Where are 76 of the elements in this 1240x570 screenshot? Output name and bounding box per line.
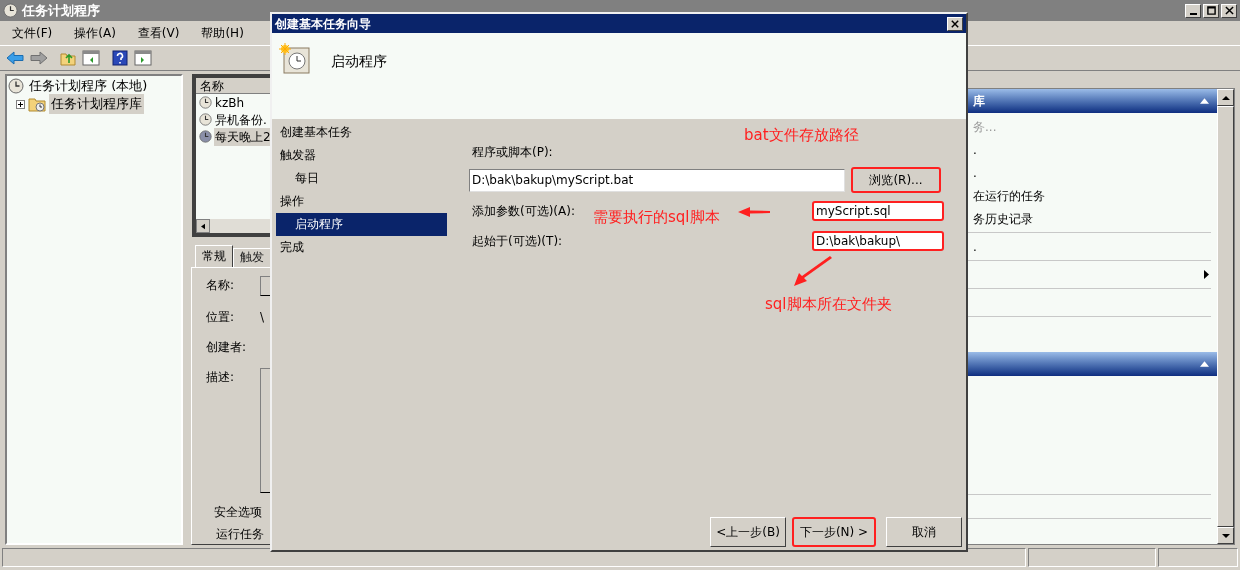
- wizard-step[interactable]: 触发器: [276, 144, 447, 167]
- close-icon: [951, 19, 959, 28]
- task-clock-icon: [279, 43, 311, 75]
- dialog-title: 创建基本任务向导: [275, 15, 371, 33]
- field-label: 创建者:: [206, 339, 248, 356]
- scroll-down-icon[interactable]: [1221, 533, 1230, 538]
- back-icon[interactable]: [6, 51, 24, 65]
- maximize-icon: [1206, 6, 1216, 15]
- annotation-text: bat文件存放路径: [744, 125, 859, 146]
- text-field[interactable]: D:\bak\bakup\: [812, 231, 944, 251]
- field-label: 名称:: [206, 277, 236, 294]
- maximize-button[interactable]: [1203, 3, 1219, 18]
- menu-item[interactable]: 查看(V): [137, 24, 180, 42]
- clock-icon: [199, 96, 212, 109]
- menu-item[interactable]: 帮助(H): [201, 24, 244, 42]
- task-name[interactable]: 每天晚上2: [214, 127, 272, 146]
- task-name[interactable]: 异机备份.: [214, 110, 268, 129]
- forward-icon[interactable]: [30, 51, 48, 65]
- action-item[interactable]: .: [973, 140, 977, 159]
- wizard-button[interactable]: <上一步(B): [710, 517, 786, 547]
- section-text: 运行任务: [215, 526, 264, 543]
- clock-icon: [8, 78, 24, 94]
- wizard-step[interactable]: 每日: [276, 167, 447, 190]
- scroll-left-icon[interactable]: [201, 222, 205, 230]
- wizard-step[interactable]: 启动程序: [276, 213, 447, 236]
- field-label: 起始于(可选)(T):: [471, 233, 563, 250]
- wizard-step[interactable]: 操作: [276, 190, 447, 213]
- wizard-button[interactable]: 取消: [886, 517, 962, 547]
- tree-item[interactable]: 任务计划程序库: [49, 94, 144, 114]
- wizard-step[interactable]: 创建基本任务: [276, 121, 447, 144]
- minimize-button[interactable]: [1185, 3, 1201, 18]
- folder-clock-icon: [28, 96, 46, 112]
- close-button[interactable]: [947, 16, 963, 31]
- window-title: 任务计划程序: [22, 1, 100, 20]
- clock-icon: [199, 130, 212, 143]
- tree-item[interactable]: 任务计划程序 (本地): [27, 76, 150, 96]
- close-icon: [1224, 6, 1234, 15]
- scroll-up-icon[interactable]: [1221, 95, 1230, 100]
- field-label: 添加参数(可选)(A):: [471, 203, 575, 220]
- field-label: 描述:: [206, 369, 236, 386]
- section-label: 安全选项: [213, 504, 262, 521]
- collapse-icon[interactable]: [1200, 98, 1209, 104]
- dialog-heading: 启动程序: [331, 52, 387, 71]
- action-item[interactable]: .: [973, 237, 977, 256]
- panel-icon[interactable]: [82, 50, 100, 66]
- annotation-text: sql脚本所在文件夹: [765, 294, 892, 315]
- tab[interactable]: 触发: [233, 248, 271, 267]
- action-item[interactable]: 务历史记录: [973, 209, 1033, 228]
- task-name[interactable]: kzBh: [214, 93, 246, 112]
- annotation-arrow: [738, 207, 770, 217]
- annotation-text: 需要执行的sql脚本: [593, 207, 720, 228]
- text-field[interactable]: myScript.sql: [812, 201, 944, 221]
- header-title: 库: [973, 93, 985, 110]
- clock-icon: [3, 3, 18, 18]
- wizard-button[interactable]: 下一步(N) >: [792, 517, 876, 547]
- clock-icon: [199, 113, 212, 126]
- program-field[interactable]: D:\bak\bakup\myScript.bat: [469, 168, 845, 192]
- action-item[interactable]: .: [973, 163, 977, 182]
- menu-item[interactable]: 文件(F): [12, 24, 53, 42]
- submenu-arrow-icon[interactable]: [1204, 270, 1209, 279]
- help-icon[interactable]: [112, 50, 128, 66]
- expand-toggle[interactable]: [16, 99, 25, 109]
- field-value: \: [260, 309, 265, 326]
- tab[interactable]: 常规: [195, 245, 233, 267]
- action-item[interactable]: 在运行的任务: [973, 186, 1045, 205]
- menu-item[interactable]: 操作(A): [74, 24, 116, 42]
- close-button[interactable]: [1221, 3, 1237, 18]
- wizard-step[interactable]: 完成: [276, 236, 447, 259]
- collapse-icon[interactable]: [1200, 361, 1209, 367]
- panel-icon[interactable]: [134, 50, 152, 66]
- field-label: 位置:: [206, 309, 236, 326]
- minimize-icon: [1189, 12, 1197, 15]
- annotation-arrow: [794, 256, 832, 286]
- browse-button[interactable]: 浏览(R)...: [851, 167, 941, 193]
- field-label: 程序或脚本(P):: [471, 144, 554, 161]
- vertical-scrollbar[interactable]: [1217, 89, 1234, 544]
